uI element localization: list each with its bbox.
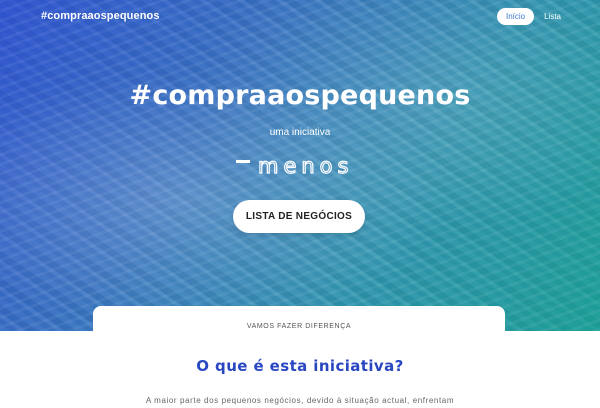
top-nav: Início Lista [496, 8, 561, 25]
nav-item-lista[interactable]: Lista [544, 12, 561, 21]
card-label: VAMOS FAZER DIFERENÇA [246, 323, 352, 330]
nav-item-inicio[interactable]: Início [496, 8, 535, 25]
hero-banner: #compraaospequenos Início Lista #compraa… [0, 0, 600, 331]
section-title: O que é esta iniciativa? [196, 357, 404, 375]
brand-link[interactable]: #compraaospequenos [41, 10, 160, 22]
menos-logo: menos [236, 155, 353, 177]
business-list-button[interactable]: LISTA DE NEGÓCIOS [233, 200, 365, 233]
hero-title: #compraaospequenos [129, 80, 471, 111]
hero-subtitle: uma iniciativa [269, 127, 331, 138]
svg-text:menos: menos [258, 155, 353, 177]
section-text: A maior parte dos pequenos negócios, dev… [145, 396, 455, 405]
